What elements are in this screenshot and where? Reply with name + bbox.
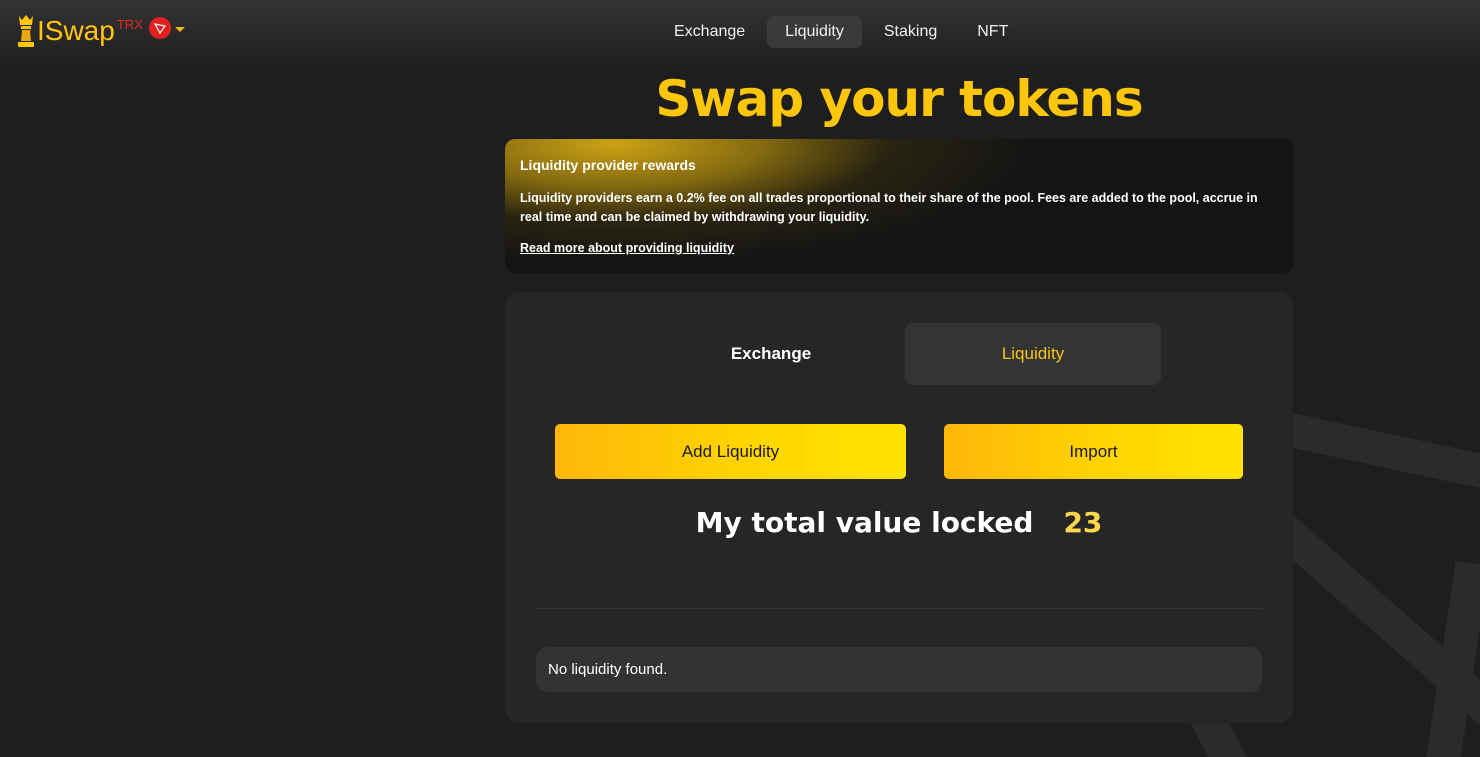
add-liquidity-button[interactable]: Add Liquidity — [555, 424, 906, 479]
total-value-locked: My total value locked 23 — [505, 506, 1293, 539]
nav-nft[interactable]: NFT — [959, 16, 1026, 48]
tvl-value: 23 — [1063, 506, 1103, 539]
nav-staking[interactable]: Staking — [866, 16, 955, 48]
chevron-down-icon[interactable] — [174, 27, 185, 32]
tab-exchange[interactable]: Exchange — [643, 323, 899, 385]
page-title: Swap your tokens — [655, 70, 1143, 128]
nav-liquidity[interactable]: Liquidity — [767, 16, 862, 48]
info-title: Liquidity provider rewards — [520, 157, 696, 173]
top-bar: ISwap TRX Exchange Liquidity Staking NFT — [0, 0, 1480, 66]
info-body: Liquidity providers earn a 0.2% fee on a… — [520, 191, 1258, 224]
tron-logo-icon — [153, 23, 166, 35]
tvl-label: My total value locked — [695, 506, 1034, 539]
liquidity-info-card: Liquidity provider rewards Liquidity pro… — [505, 139, 1293, 273]
page: ISwap TRX Exchange Liquidity Staking NFT… — [0, 0, 1480, 757]
nav-exchange[interactable]: Exchange — [656, 16, 763, 48]
logo[interactable]: ISwap TRX — [16, 12, 185, 52]
logo-text: ISwap — [37, 15, 115, 46]
network-label: TRX — [116, 17, 143, 32]
crown-icon — [18, 15, 34, 47]
liquidity-panel: Exchange Liquidity Add Liquidity Import … — [505, 292, 1293, 723]
tab-liquidity[interactable]: Liquidity — [905, 323, 1161, 385]
tron-network-icon[interactable] — [148, 17, 171, 39]
main-nav: Exchange Liquidity Staking NFT — [656, 16, 1026, 48]
read-more-link[interactable]: Read more about providing liquidity — [520, 241, 734, 255]
no-liquidity-message: No liquidity found. — [536, 647, 1262, 692]
divider — [536, 608, 1262, 609]
import-button[interactable]: Import — [944, 424, 1243, 479]
